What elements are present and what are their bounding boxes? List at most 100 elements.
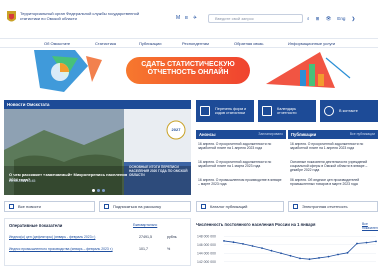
- publications-block: Публикации Все публикации 16 апреля. О п…: [288, 130, 378, 195]
- data-point[interactable]: [223, 240, 225, 242]
- news-date: 26.08.2023 13:45: [9, 179, 36, 183]
- emblem-logo[interactable]: [6, 10, 17, 24]
- nav-item-services[interactable]: Информационные услуги: [288, 40, 335, 48]
- data-point[interactable]: [280, 252, 282, 255]
- list-item-text: 16 апреля. О промышленном производстве в…: [198, 178, 282, 186]
- slider-dot[interactable]: [102, 189, 105, 192]
- nav-item-publications[interactable]: Публикации: [139, 40, 161, 48]
- tile-vk[interactable]: В контакте: [320, 100, 378, 122]
- site-header: Территориальный орган Федеральной службы…: [0, 0, 378, 34]
- slider-dots: [92, 189, 105, 192]
- announcements-heading: Анонсы Запланировано: [196, 130, 286, 139]
- y-tick-label: 146 000 000: [197, 243, 216, 247]
- list-item[interactable]: 16 апреля. О просроченной задолженности …: [290, 142, 376, 150]
- data-point[interactable]: [289, 254, 292, 257]
- max-icon[interactable]: М: [176, 14, 180, 23]
- data-point[interactable]: [232, 241, 235, 244]
- operational-heading: Оперативные показатели: [9, 223, 63, 228]
- series-line: [223, 240, 377, 260]
- operational-link[interactable]: Ежеквартально: [133, 223, 157, 227]
- telegram-icon[interactable]: ✈: [193, 14, 197, 23]
- indicator-row[interactable]: Индекс(ы) цен (дефляторы) (январь - февр…: [9, 235, 189, 245]
- data-point[interactable]: [308, 258, 311, 261]
- tile-calendar-label: Календарь отчетности: [277, 106, 297, 115]
- list-item[interactable]: 16 апреля. О просроченной задолженности …: [198, 160, 284, 168]
- announcements-block: Анонсы Запланировано 16 апреля. О просро…: [196, 130, 286, 195]
- list-item-text: 16 апреля. О просроченной задолженности …: [198, 160, 272, 168]
- data-point[interactable]: [318, 257, 320, 259]
- indicator-name[interactable]: Индекс промышленного производства (январ…: [9, 247, 129, 251]
- data-point[interactable]: [356, 242, 358, 245]
- tile-calendar[interactable]: Календарь отчетности: [258, 100, 316, 122]
- announcements-all-link[interactable]: Запланировано: [258, 130, 283, 139]
- nav-item-respondents[interactable]: Респондентам: [182, 40, 209, 48]
- nav-item-statistics[interactable]: Статистика: [95, 40, 116, 48]
- operational-panel: Оперативные показатели Ежеквартально Инд…: [4, 218, 191, 266]
- language-switch[interactable]: Eng: [337, 14, 345, 23]
- announcements-title: Анонсы: [199, 132, 216, 137]
- all-news-button[interactable]: Все новости: [4, 201, 95, 212]
- population-heading: Численность постоянного населения России…: [196, 222, 316, 227]
- main-nav: Об Омскстате Статистика Публикации Респо…: [0, 38, 378, 48]
- data-point[interactable]: [327, 255, 330, 258]
- news-slider[interactable]: Новости Омскстата 2027 ОСНОВНЫЕ ИТОГИ ПЕ…: [4, 100, 191, 195]
- tile-vk-label: В контакте: [339, 108, 358, 113]
- indicator-unit: рубль: [167, 235, 177, 239]
- census-logo-text: 2027: [171, 127, 181, 132]
- subscribe-label: Подписаться на рассылку: [113, 204, 162, 209]
- y-tick-label: 144 000 000: [197, 251, 216, 255]
- calendar-icon: [262, 106, 272, 116]
- nav-item-feedback[interactable]: Обратная связь: [234, 40, 263, 48]
- low-vision-icon[interactable]: 👁: [325, 14, 331, 23]
- data-point[interactable]: [375, 240, 377, 243]
- news-heading[interactable]: Новости Омскстата: [7, 102, 49, 107]
- indicator-value: 101,7: [139, 247, 148, 251]
- data-point[interactable]: [242, 243, 244, 245]
- census-poster-text: ОСНОВНЫЕ ИТОГИ ПЕРЕПИСИ НАСЕЛЕНИЯ 2020 Г…: [129, 165, 188, 177]
- data-point[interactable]: [261, 247, 263, 250]
- indicator-name[interactable]: Индекс(ы) цен (дефляторы) (январь - февр…: [9, 235, 129, 239]
- population-chart: 148 000 000 146 000 000 144 000 000 142 000…: [197, 234, 377, 264]
- data-point[interactable]: [299, 257, 301, 260]
- social-icons: М в ✈: [176, 14, 202, 23]
- list-item[interactable]: Основные показатели деятельности учрежде…: [290, 160, 376, 172]
- catalog-label: Каталог публикаций: [210, 204, 248, 209]
- header-actions: ⌕ ⊞ 👁 Eng ❯: [307, 14, 361, 23]
- tile-forms[interactable]: Перечень форм и кодов статистики: [196, 100, 254, 122]
- list-item[interactable]: 16 апреля. О просроченной задолженности …: [198, 142, 284, 150]
- slider-dot[interactable]: [97, 189, 100, 192]
- indicator-row[interactable]: Индекс промышленного производства (январ…: [9, 247, 189, 257]
- vk-icon: [324, 106, 334, 116]
- list-item[interactable]: 06 апреля. Об индексе цен производителей…: [290, 178, 376, 186]
- org-name[interactable]: Территориальный орган Федеральной службы…: [20, 11, 150, 21]
- y-tick-label: 142 000 000: [197, 260, 216, 264]
- search-input[interactable]: Введите свой запрос: [208, 14, 303, 23]
- data-point[interactable]: [270, 249, 273, 252]
- data-point[interactable]: [337, 253, 339, 256]
- population-link[interactable]: Все показатели: [362, 222, 378, 230]
- report-icon: [293, 204, 298, 209]
- data-point[interactable]: [365, 241, 368, 244]
- slider-dot[interactable]: [92, 189, 95, 192]
- document-icon: [200, 106, 210, 116]
- search-icon[interactable]: ⌕: [307, 14, 310, 23]
- banner-title[interactable]: СДАТЬ СТАТИСТИЧЕСКУЮ ОТЧЕТНОСТЬ ОНЛАЙН: [130, 61, 246, 77]
- vk-icon[interactable]: в: [185, 14, 188, 23]
- subscribe-button[interactable]: Подписаться на рассылку: [99, 201, 191, 212]
- publications-title: Публикации: [291, 132, 317, 137]
- grid-icon[interactable]: ⊞: [316, 14, 320, 23]
- catalog-button[interactable]: Каталог публикаций: [196, 201, 284, 212]
- tile-forms-label: Перечень форм и кодов статистики: [215, 106, 247, 115]
- data-point[interactable]: [251, 245, 254, 247]
- publications-all-link[interactable]: Все публикации: [350, 130, 375, 139]
- list-item[interactable]: 16 апреля. О промышленном производстве в…: [198, 178, 284, 186]
- nav-item-about[interactable]: Об Омскстате: [44, 40, 70, 48]
- data-point[interactable]: [346, 251, 349, 254]
- e-reporting-button[interactable]: Электронная отчетность: [288, 201, 378, 212]
- all-news-label: Все новости: [18, 204, 41, 209]
- list-item-text: 16 апреля. О просроченной задолженности …: [290, 142, 364, 150]
- indicator-unit: %: [167, 247, 171, 251]
- chevron-icon[interactable]: ❯: [351, 14, 355, 23]
- e-reporting-label: Электронная отчетность: [302, 204, 348, 209]
- list-item-text: 16 апреля. О просроченной задолженности …: [198, 142, 272, 150]
